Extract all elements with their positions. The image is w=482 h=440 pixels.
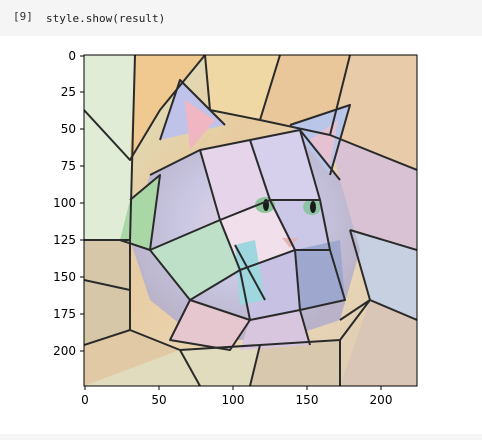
y-tick-label: 0 <box>68 49 76 63</box>
x-tick-label: 150 <box>296 393 319 407</box>
x-tick-label: 0 <box>81 393 89 407</box>
y-tick-label: 25 <box>61 85 76 99</box>
next-cell-strip <box>0 434 482 440</box>
cell-output-area: 0 25 50 75 100 125 150 175 200 0 50 100 <box>0 36 482 434</box>
x-tick-label: 50 <box>151 393 166 407</box>
y-tick-label: 125 <box>53 233 76 247</box>
x-tick-label: 200 <box>370 393 393 407</box>
y-tick-label: 150 <box>53 270 76 284</box>
y-tick-label: 50 <box>61 122 76 136</box>
plot-figure: 0 25 50 75 100 125 150 175 200 0 50 100 <box>53 49 418 407</box>
x-axis: 0 50 100 150 200 <box>81 386 392 407</box>
cell-execution-count: [9] <box>13 10 33 23</box>
code-cell[interactable]: [9] style.show(result) <box>0 0 482 37</box>
y-tick-label: 75 <box>61 159 76 173</box>
x-tick-label: 100 <box>222 393 245 407</box>
y-tick-label: 100 <box>53 196 76 210</box>
y-tick-label: 175 <box>53 307 76 321</box>
y-axis: 0 25 50 75 100 125 150 175 200 <box>53 49 84 358</box>
code-line[interactable]: style.show(result) <box>46 12 165 25</box>
stylized-stained-glass-cat-image <box>84 55 417 386</box>
y-tick-label: 200 <box>53 344 76 358</box>
